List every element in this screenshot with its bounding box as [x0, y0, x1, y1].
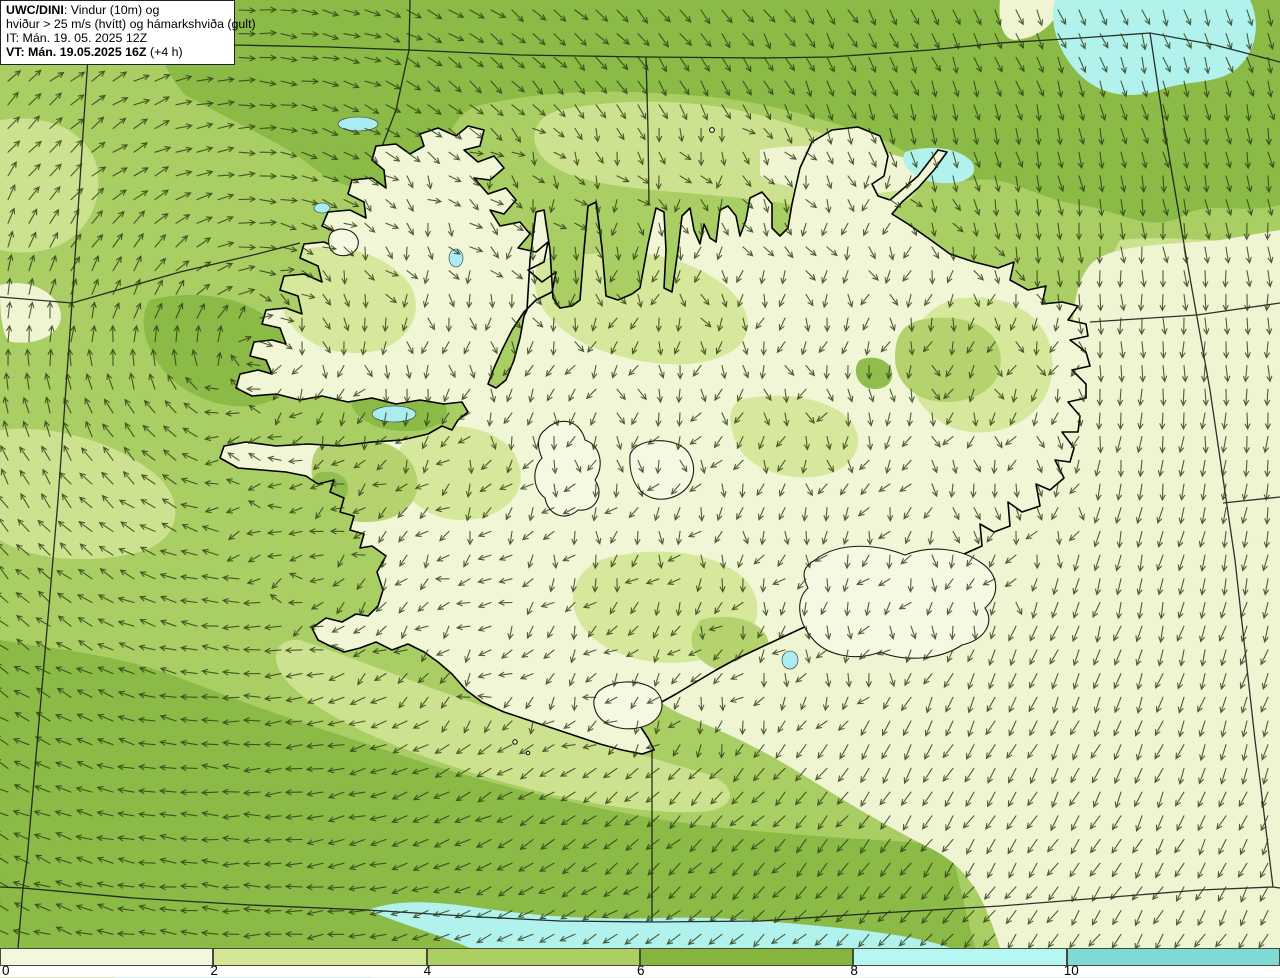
- colorbar-segment-6-8: [640, 948, 854, 966]
- windspeed-colorbar: 0 2 4 6 8 10: [0, 948, 1280, 978]
- colorbar-tick-10: 10: [1063, 963, 1079, 978]
- legend-valid-time: VT: Mán. 19.05.2025 16Z (+4 h): [6, 44, 183, 59]
- lake-myvatn: [781, 650, 799, 670]
- colorbar-segment-4-6: [426, 948, 640, 966]
- colorbar-segment-0-2: [0, 948, 214, 966]
- colorbar-segment-2-4: [213, 948, 427, 966]
- weather-map-page: { "legend": { "line1_bold": "UWC/DINI", …: [0, 0, 1280, 978]
- wind-map-canvas: [0, 0, 1280, 948]
- glacier-vatnajokull: [799, 545, 997, 659]
- legend-box: UWC/DINI: Vindur (10m) og hviður > 25 m/…: [0, 0, 256, 65]
- lake-westfjords-2: [313, 202, 331, 214]
- legend-init-time: IT: Mán. 19. 05. 2025 12Z: [6, 30, 148, 45]
- colorbar-segment-8-10: [853, 948, 1067, 966]
- colorbar-tick-0: 0: [2, 963, 10, 978]
- colorbar-tick-6: 6: [637, 963, 645, 978]
- colorbar-segment-10-12: [1066, 948, 1280, 966]
- colorbar-tick-4: 4: [423, 963, 432, 978]
- glacier-drangajokull: [328, 228, 359, 257]
- legend-line-2: hviður > 25 m/s (hvítt) og hámarkshviða …: [6, 16, 256, 31]
- colorbar-tick-8: 8: [850, 963, 858, 978]
- colorbar-tick-2: 2: [210, 963, 218, 978]
- glacier-myrdalsjokull: [593, 681, 663, 730]
- product-name: UWC/DINI: [6, 3, 64, 17]
- lake-breidafjordur-gust: [371, 405, 417, 423]
- legend-line-1: UWC/DINI: Vindur (10m) og: [6, 3, 160, 17]
